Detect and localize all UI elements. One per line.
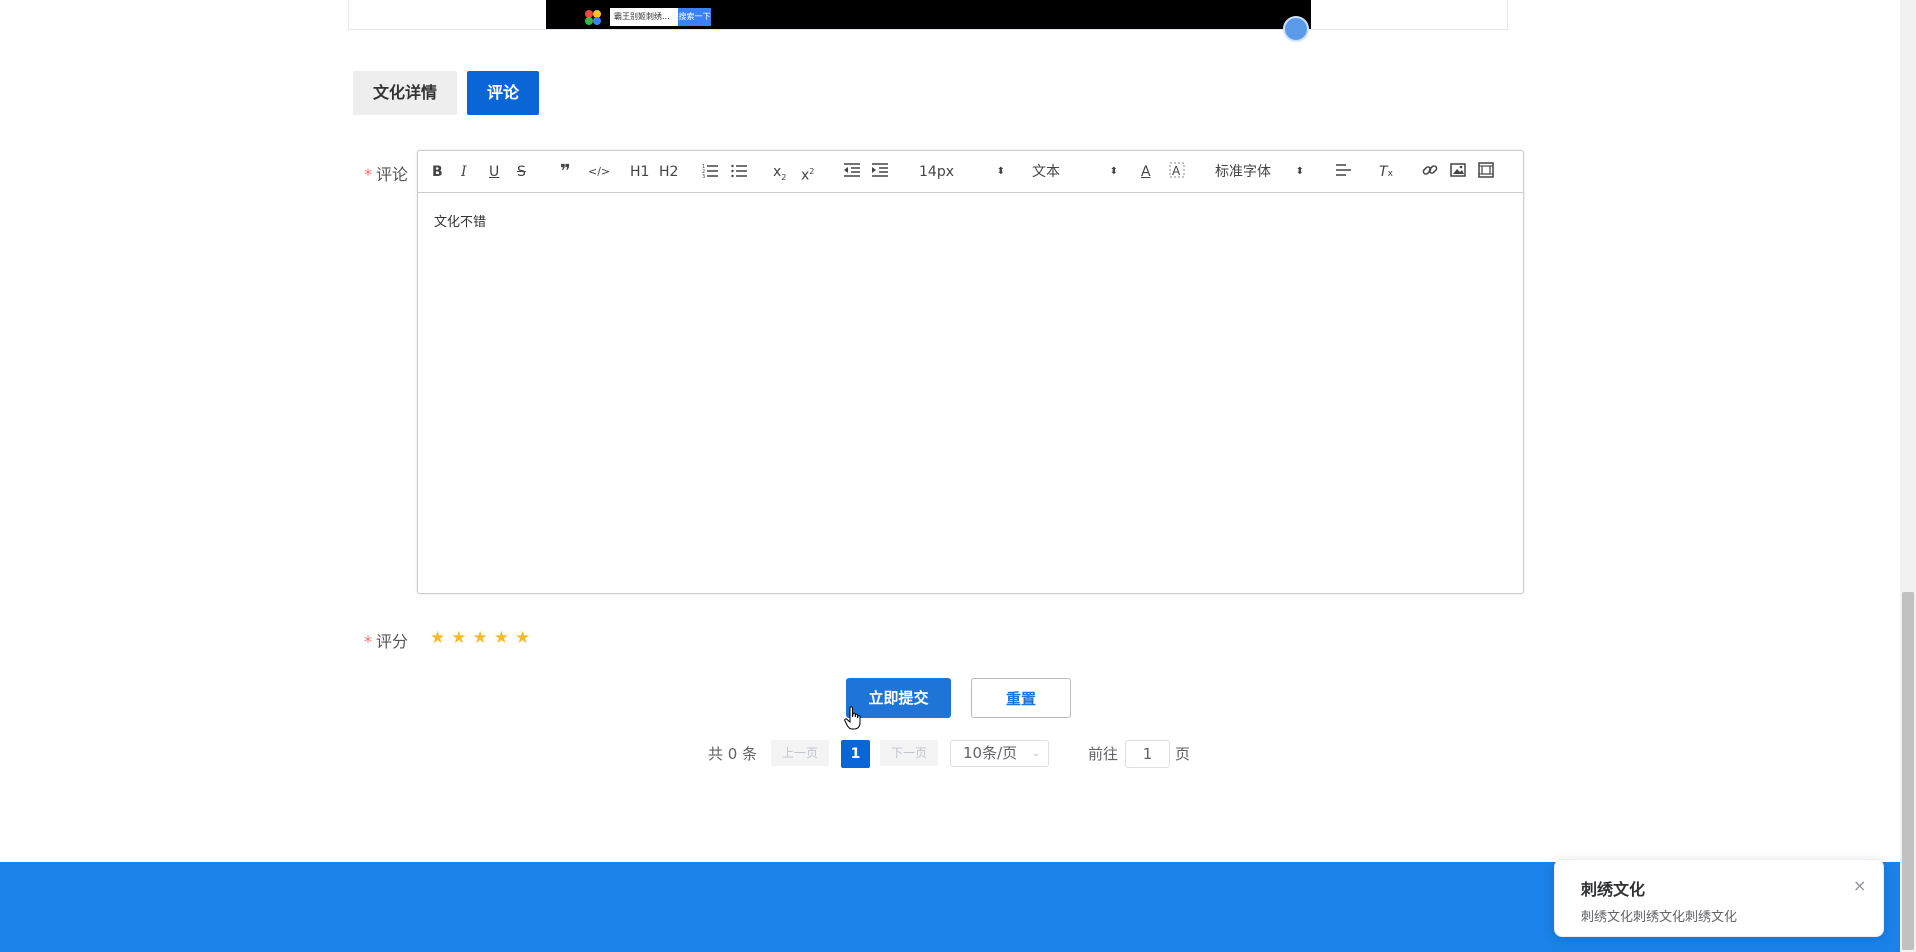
image-icon[interactable] — [1450, 162, 1466, 182]
goto-page-input[interactable]: 1 — [1125, 740, 1170, 768]
header-1-icon[interactable]: H1 — [630, 162, 649, 182]
scrollbar-thumb[interactable] — [1902, 592, 1914, 950]
indent-icon[interactable] — [872, 162, 888, 182]
close-icon[interactable]: × — [1853, 876, 1866, 895]
rating-label: * 评分 — [364, 632, 409, 651]
comment-label: * 评论 — [364, 165, 409, 184]
page-suffix-label: 页 — [1175, 745, 1191, 763]
code-block-icon[interactable]: </> — [588, 162, 610, 182]
ordered-list-icon[interactable]: 123 — [702, 162, 718, 182]
underline-icon[interactable]: U — [489, 162, 499, 182]
notification-message: 刺绣文化刺绣文化刺绣文化 — [1581, 910, 1738, 925]
notification-title: 刺绣文化 — [1581, 880, 1646, 899]
chevron-down-icon: ⌄ — [1031, 748, 1040, 759]
bullet-list-icon[interactable] — [731, 162, 747, 182]
star-icon[interactable]: ★ — [430, 629, 445, 647]
prev-page-button[interactable]: 上一页 — [771, 740, 829, 766]
notification-toast: 刺绣文化 刺绣文化刺绣文化刺绣文化 × — [1554, 859, 1884, 937]
app-logo-icon — [585, 10, 601, 25]
outdent-icon[interactable] — [844, 162, 860, 182]
font-family-select[interactable]: 标准字体 ⬍ — [1215, 162, 1304, 182]
star-icon[interactable]: ★ — [494, 629, 509, 647]
page: 霸王别姬刺绣... 搜索一下 文化详情 评论 * 评论 B I U S ❞ </>… — [0, 0, 1916, 952]
page-number[interactable]: 1 — [841, 740, 870, 768]
tab-culture-details[interactable]: 文化详情 — [353, 71, 458, 115]
pagination-total: 共 0 条 — [708, 745, 758, 763]
tab-comments[interactable]: 评论 — [467, 71, 540, 115]
editor-toolbar: B I U S ❞ </> H1 H2 123 x2 x2 14px ⬍ 文本 … — [418, 151, 1523, 193]
svg-text:3: 3 — [702, 174, 705, 178]
video-search-button[interactable]: 搜索一下 — [678, 8, 711, 26]
strikethrough-icon[interactable]: S — [517, 162, 526, 182]
hand-cursor-icon — [844, 706, 861, 730]
select-arrow-icon: ⬍ — [996, 166, 1005, 177]
required-mark: * — [364, 632, 372, 651]
align-icon[interactable] — [1336, 162, 1352, 182]
star-icon[interactable]: ★ — [515, 629, 530, 647]
scrollbar[interactable] — [1900, 0, 1916, 952]
italic-icon[interactable]: I — [461, 162, 467, 182]
link-icon[interactable] — [1422, 162, 1438, 182]
star-icon[interactable]: ★ — [451, 629, 466, 647]
goto-label: 前往 — [1088, 745, 1119, 763]
svg-text:A: A — [1172, 164, 1181, 178]
star-rating[interactable]: ★ ★ ★ ★ ★ — [430, 629, 530, 647]
header-select[interactable]: 文本 ⬍ — [1032, 162, 1118, 182]
select-arrow-icon: ⬍ — [1109, 166, 1118, 177]
bold-icon[interactable]: B — [432, 162, 443, 182]
video-search-box[interactable]: 霸王别姬刺绣... — [610, 8, 678, 26]
next-page-button[interactable]: 下一页 — [880, 740, 938, 766]
header-2-icon[interactable]: H2 — [659, 162, 678, 182]
star-icon[interactable]: ★ — [473, 629, 488, 647]
reset-button[interactable]: 重置 — [971, 678, 1071, 718]
font-size-select[interactable]: 14px ⬍ — [919, 162, 1005, 182]
clear-format-icon[interactable]: Tx — [1379, 162, 1393, 182]
superscript-icon[interactable]: x2 — [801, 162, 814, 184]
font-color-icon[interactable]: A — [1141, 162, 1151, 182]
rich-text-editor: B I U S ❞ </> H1 H2 123 x2 x2 14px ⬍ 文本 … — [417, 150, 1524, 594]
select-arrow-icon: ⬍ — [1295, 166, 1304, 177]
blockquote-icon[interactable]: ❞ — [560, 162, 571, 182]
page-size-select[interactable]: 10条/页 ⌄ — [950, 740, 1049, 767]
background-color-icon[interactable]: A — [1169, 162, 1185, 182]
editor-content[interactable]: 文化不错 — [434, 211, 486, 230]
video-icon[interactable] — [1478, 162, 1494, 182]
tab-bar: 文化详情 评论 — [353, 71, 540, 115]
floating-ball-icon[interactable] — [1283, 16, 1309, 42]
required-mark: * — [364, 165, 372, 184]
subscript-icon[interactable]: x2 — [773, 162, 786, 182]
